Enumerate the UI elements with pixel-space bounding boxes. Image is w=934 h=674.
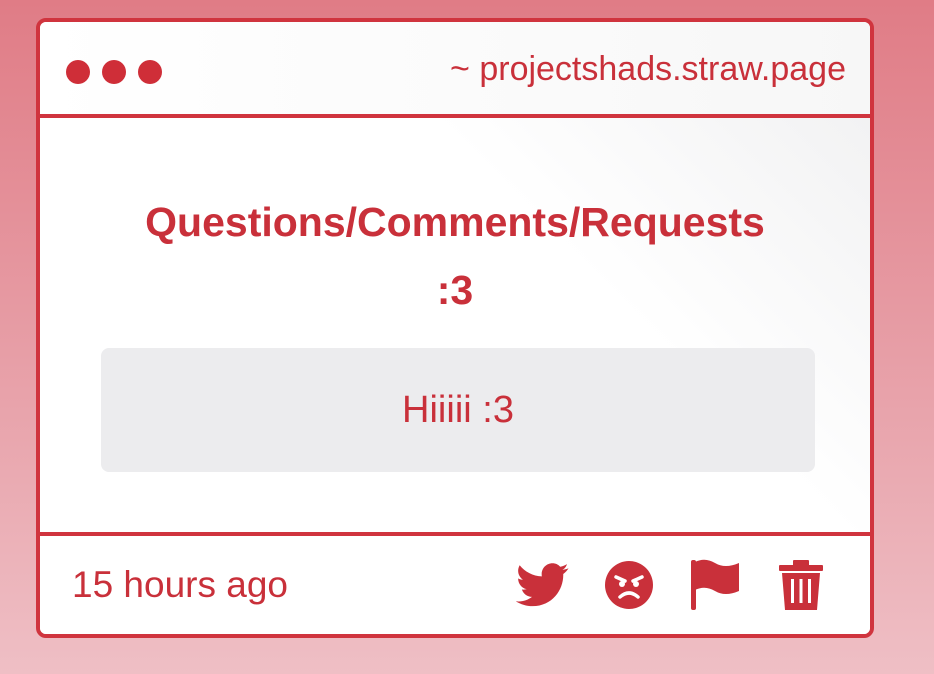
message-window: ~ projectshads.straw.page Questions/Comm… <box>36 18 874 638</box>
share-twitter-button[interactable] <box>516 558 570 612</box>
timestamp: 15 hours ago <box>72 564 289 605</box>
page-title: Questions/Comments/Requests :3 <box>40 188 870 324</box>
page-title-line: Questions/Comments/Requests <box>145 199 765 245</box>
window-controls <box>66 60 162 84</box>
twitter-icon <box>516 563 570 607</box>
window-dot <box>102 60 126 84</box>
report-button[interactable] <box>688 558 742 612</box>
angry-react-button[interactable] <box>602 558 656 612</box>
action-bar <box>516 558 828 612</box>
footer-bar: 15 hours ago <box>40 532 870 634</box>
flag-icon <box>689 558 741 612</box>
window-dot <box>138 60 162 84</box>
page-title-line: :3 <box>436 267 474 313</box>
message-text: Hiiiii :3 <box>402 388 514 431</box>
title-bar: ~ projectshads.straw.page <box>40 22 870 118</box>
message-box: Hiiiii :3 <box>101 348 815 472</box>
trash-icon <box>778 559 824 611</box>
message-content: Questions/Comments/Requests :3 Hiiiii :3 <box>40 118 870 536</box>
delete-button[interactable] <box>774 558 828 612</box>
page-url[interactable]: ~ projectshads.straw.page <box>450 50 846 89</box>
window-dot <box>66 60 90 84</box>
angry-face-icon <box>604 560 654 610</box>
